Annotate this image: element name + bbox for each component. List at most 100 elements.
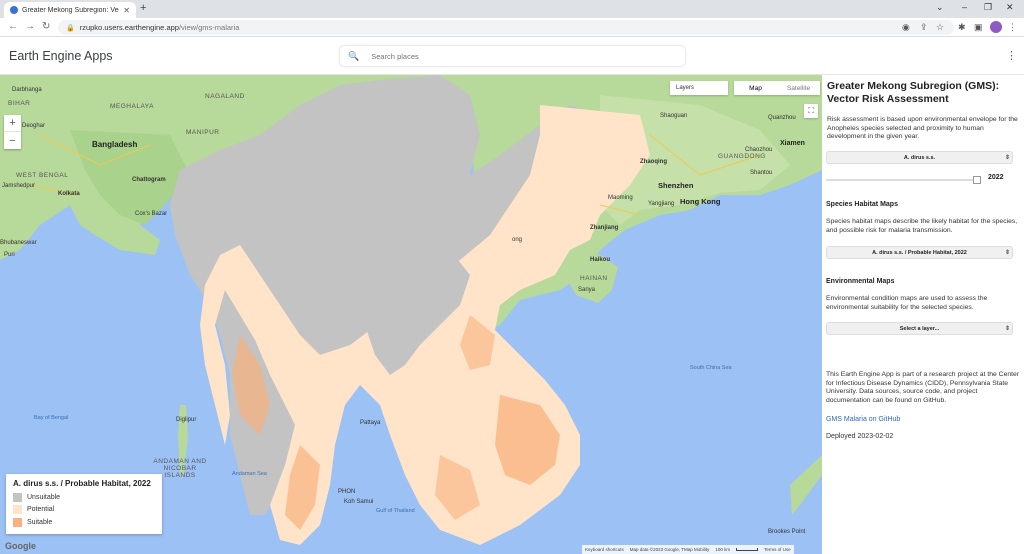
env-text: Environmental condition maps are used to… [826, 295, 988, 311]
url-path: /view/gms-malaria [178, 23, 240, 32]
map-label-kolkata: Kolkata [58, 191, 80, 197]
map-label-sanya: Sanya [578, 287, 596, 293]
map-label-hong-kong: Hong Kong [680, 197, 721, 206]
map-label-haikou: Haikou [590, 257, 611, 263]
url-host: rzupko.users.earthengine.app [79, 23, 179, 32]
chrome-menu-icon[interactable]: ⋮ [1008, 22, 1017, 33]
zoom-out-button[interactable]: − [4, 132, 21, 149]
browser-toolbar: ← → ↻ 🔒 rzupko.users.earthengine.app/vie… [0, 18, 1024, 37]
map-type-control: Map Satellite [734, 81, 820, 95]
env-select[interactable]: Select a layer... ⇕ [826, 322, 1013, 335]
restore-button[interactable]: ❐ [984, 2, 992, 13]
share-icon[interactable]: ⇪ [920, 22, 928, 33]
map-label-shaoguan: Shaoguan [660, 113, 688, 119]
legend-item: Potential [13, 504, 155, 517]
extensions-icon[interactable]: ✱ [958, 22, 966, 33]
species-select-value: A. dirus s.s. [903, 154, 936, 161]
map-label-pattaya: Pattaya [360, 420, 381, 426]
land-palawan [790, 455, 822, 515]
map-label-zhanjiang: Zhanjiang [590, 225, 619, 231]
chevron-updown-icon: ⇕ [1004, 326, 1010, 332]
map-type-satellite[interactable]: Satellite [777, 81, 820, 95]
env-heading: Environmental Maps [826, 278, 895, 285]
legend-label: Unsuitable [27, 493, 61, 501]
browser-tab[interactable]: Greater Mekong Subregion: Vec ✕ [4, 2, 136, 18]
new-tab-button[interactable]: + [140, 2, 146, 14]
map-label-shantou: Shantou [750, 170, 773, 176]
map-label-chaozhou: Chaozhou [745, 147, 773, 153]
browser-tab-bar: Greater Mekong Subregion: Vec ✕ + ⌄ – ❐ … [0, 0, 1024, 18]
hide-eye-icon[interactable]: ◉ [902, 22, 910, 33]
terms-link[interactable]: Terms of Use [764, 547, 791, 552]
search-icon: 🔍 [348, 50, 360, 61]
map-legend: A. dirus s.s. / Probable Habitat, 2022 U… [6, 474, 162, 534]
map-label-shenzhen: Shenzhen [658, 181, 694, 190]
map-label-bangladesh: Bangladesh [92, 140, 138, 149]
legend-item: Unsuitable [13, 491, 155, 504]
more-options-icon[interactable]: ⋮ [1006, 49, 1017, 62]
map-label-west-bengal: WEST BENGAL [16, 172, 69, 179]
search-box[interactable]: 🔍 [340, 46, 685, 66]
map-label-manipur: MANIPUR [186, 129, 220, 136]
map-label-maoming: Maoming [608, 195, 633, 201]
year-value: 2022 [988, 174, 1004, 181]
year-slider[interactable] [826, 176, 981, 184]
map-type-map[interactable]: Map [734, 81, 777, 95]
map-label-nagaland: NAGALAND [205, 93, 245, 100]
map-label-bihar: BIHAR [8, 100, 31, 107]
map-label-koh-samui: Koh Samui [344, 499, 374, 505]
map-label-meghalaya: MEGHALAYA [110, 103, 154, 110]
map-label-xiamen: Xiamen [780, 140, 805, 147]
legend-label: Potential [27, 506, 55, 514]
legend-swatch [13, 492, 22, 502]
minimize-button[interactable]: – [962, 2, 967, 12]
map-label-diglipur: Diglipur [176, 417, 197, 423]
lock-icon: 🔒 [66, 24, 75, 32]
map-label-gulf-thailand: Gulf of Thailand [376, 508, 415, 514]
search-input[interactable] [371, 51, 672, 61]
forward-icon[interactable]: → [25, 21, 35, 32]
tab-search-icon[interactable]: ⌄ [936, 2, 944, 13]
reload-icon[interactable]: ↻ [42, 21, 50, 32]
deployed-date: Deployed 2023-02-02 [826, 433, 894, 440]
back-icon[interactable]: ← [8, 21, 18, 32]
map-label-guangdong: GUANGDONG [718, 153, 766, 160]
address-bar[interactable]: 🔒 rzupko.users.earthengine.app/view/gms-… [58, 20, 954, 35]
map-label-coxs-bazar: Cox's Bazar [135, 211, 168, 217]
map-label-quanzhou: Quanzhou [768, 115, 796, 121]
habitat-select-value: A. dirus s.s. / Probable Habitat, 2022 [872, 249, 967, 256]
map-label-phon: PHON [338, 489, 356, 495]
habitat-select[interactable]: A. dirus s.s. / Probable Habitat, 2022 ⇕ [826, 246, 1013, 259]
legend-title: A. dirus s.s. / Probable Habitat, 2022 [13, 479, 151, 488]
close-tab-icon[interactable]: ✕ [123, 6, 130, 15]
scale-label: 100 km [715, 547, 731, 552]
bookmark-star-icon[interactable]: ☆ [936, 22, 944, 33]
map-attribution: Keyboard shortcuts Map data ©2023 Google… [582, 545, 794, 554]
map-data-text: Map data ©2023 Google, TMap Mobility [629, 547, 710, 552]
habitat-text: Species habitat maps describe the likely… [826, 218, 1018, 234]
map-label-bay-of-bengal: Bay of Bengal [34, 415, 69, 421]
map-label-andaman-sea: Andaman Sea [232, 471, 267, 477]
zoom-in-button[interactable]: + [4, 115, 21, 132]
app-name: Earth Engine Apps [9, 49, 113, 63]
legend-swatch [13, 505, 22, 515]
about-text: This Earth Engine App is part of a resea… [826, 371, 1020, 404]
map-label-brookes-point: Brookes Point [768, 529, 806, 535]
map-label-zhaoqing: Zhaoqing [640, 159, 667, 165]
chevron-updown-icon: ⇕ [1004, 250, 1010, 256]
legend-swatch [13, 517, 22, 527]
year-slider-handle[interactable] [973, 176, 981, 184]
github-link[interactable]: GMS Malaria on GitHub [826, 416, 900, 423]
map-canvas[interactable]: Darbhanga NAGALAND BIHAR MEGHALAYA MANIP… [0, 75, 822, 554]
panel-title: Greater Mekong Subregion (GMS): Vector R… [827, 80, 1000, 105]
species-select[interactable]: A. dirus s.s. ⇕ [826, 151, 1013, 164]
side-panel-icon[interactable]: ▣ [974, 22, 983, 33]
keyboard-shortcuts-link[interactable]: Keyboard shortcuts [585, 547, 624, 552]
fullscreen-icon[interactable]: ⛶ [804, 104, 818, 118]
google-logo: Google [5, 541, 36, 551]
zoom-control: + − [4, 115, 21, 149]
close-window-button[interactable]: ✕ [1006, 2, 1014, 13]
layers-button[interactable]: Layers [670, 81, 728, 95]
profile-avatar[interactable] [990, 21, 1002, 33]
env-select-value: Select a layer... [899, 325, 940, 332]
